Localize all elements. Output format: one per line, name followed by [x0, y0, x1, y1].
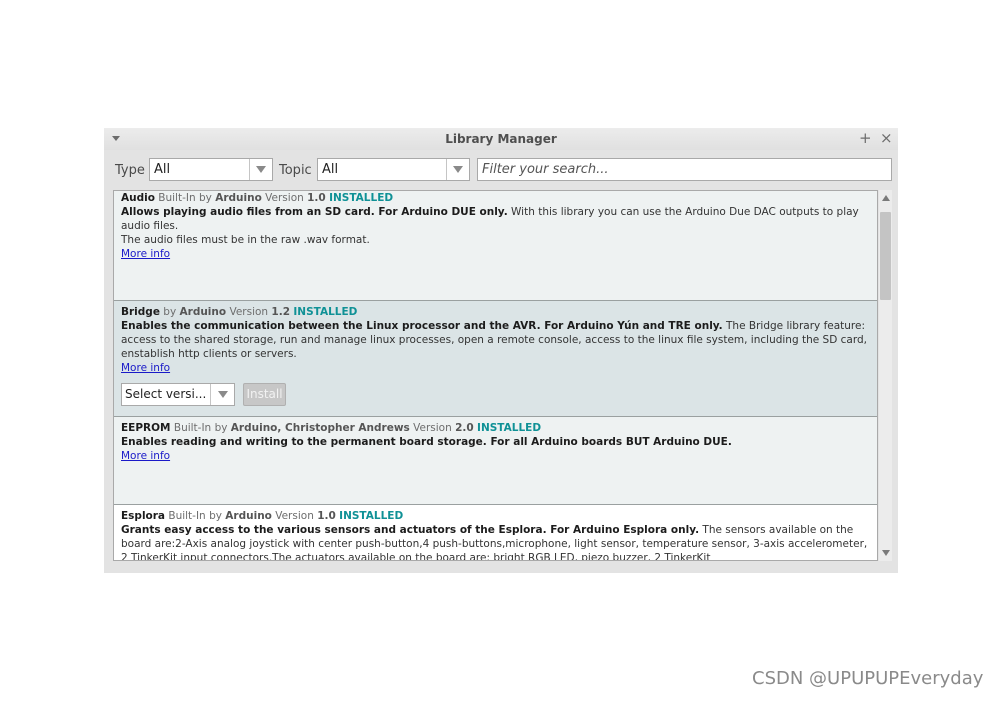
installed-badge: INSTALLED — [329, 192, 394, 204]
watermark: CSDN @UPUPUPEveryday — [752, 668, 984, 689]
installed-badge: INSTALLED — [477, 422, 542, 434]
library-header: Audio Built-In by Arduino Version 1.0 IN… — [121, 191, 870, 205]
version-label: Version — [265, 192, 304, 204]
list-item[interactable]: Esplora Built-In by Arduino Version 1.0 … — [114, 505, 877, 560]
install-button[interactable]: Install — [243, 383, 286, 406]
installed-badge: INSTALLED — [339, 510, 404, 522]
library-author: Arduino — [215, 192, 262, 204]
chevron-down-icon[interactable] — [249, 159, 272, 180]
library-name: EEPROM — [121, 422, 171, 434]
version-select[interactable]: Select versi... — [121, 383, 235, 406]
library-author: Arduino, Christopher Andrews — [230, 422, 410, 434]
type-select[interactable]: All — [149, 158, 273, 181]
library-version: 1.0 — [307, 192, 326, 204]
close-icon[interactable]: × — [880, 130, 893, 146]
builtin-label: Built-In — [168, 510, 206, 522]
library-description: Enables reading and writing to the perma… — [121, 435, 870, 449]
more-info-link[interactable]: More info — [121, 450, 170, 462]
library-details-line2: The audio files must be in the raw .wav … — [121, 234, 370, 246]
by-label: by — [209, 510, 222, 522]
by-label: by — [198, 192, 212, 204]
list-item[interactable]: Bridge by Arduino Version 1.2 INSTALLED … — [114, 301, 877, 417]
builtin-label: Built-In — [158, 192, 196, 204]
library-description: Grants easy access to the various sensor… — [121, 523, 870, 560]
library-version: 2.0 — [455, 422, 474, 434]
library-name: Esplora — [121, 510, 166, 522]
by-label: by — [163, 306, 177, 318]
library-header: Bridge by Arduino Version 1.2 INSTALLED — [121, 305, 870, 319]
window-title: Library Manager — [445, 132, 557, 146]
scroll-down-icon[interactable] — [882, 550, 890, 556]
chevron-down-icon[interactable] — [446, 159, 469, 180]
library-summary: Enables the communication between the Li… — [121, 320, 723, 332]
topic-select[interactable]: All — [317, 158, 470, 181]
library-author: Arduino — [179, 306, 227, 318]
search-input[interactable] — [477, 158, 892, 181]
install-controls: Select versi... Install — [121, 383, 870, 409]
version-select-value: Select versi... — [125, 387, 207, 401]
library-manager-window: Library Manager + × Type All Topic All A… — [104, 128, 898, 573]
more-info-link[interactable]: More info — [121, 248, 170, 260]
library-name: Bridge — [121, 306, 160, 318]
version-label: Version — [229, 306, 269, 318]
filter-bar: Type All Topic All — [104, 158, 898, 183]
builtin-label: Built-In — [173, 422, 212, 434]
library-version: 1.0 — [317, 510, 336, 522]
maximize-icon[interactable]: + — [859, 130, 872, 146]
vertical-scrollbar[interactable] — [879, 190, 892, 561]
library-description: Enables the communication between the Li… — [121, 319, 870, 361]
chevron-down-icon[interactable] — [210, 384, 234, 405]
library-summary: Allows playing audio files from an SD ca… — [121, 206, 508, 218]
library-name: Audio — [121, 192, 155, 204]
more-info-link[interactable]: More info — [121, 362, 170, 374]
scroll-up-icon[interactable] — [882, 195, 890, 201]
list-item[interactable]: EEPROM Built-In by Arduino, Christopher … — [114, 417, 877, 505]
library-header: EEPROM Built-In by Arduino, Christopher … — [121, 421, 870, 435]
by-label: by — [214, 422, 228, 434]
topic-select-value: All — [322, 162, 339, 177]
type-label: Type — [115, 163, 145, 178]
title-bar: Library Manager + × — [104, 128, 898, 150]
library-summary: Enables reading and writing to the perma… — [121, 436, 732, 448]
topic-label: Topic — [279, 163, 312, 178]
library-header: Esplora Built-In by Arduino Version 1.0 … — [121, 509, 870, 523]
library-version: 1.2 — [271, 306, 291, 318]
version-label: Version — [413, 422, 452, 434]
scrollbar-thumb[interactable] — [880, 212, 891, 300]
list-item[interactable]: Audio Built-In by Arduino Version 1.0 IN… — [114, 191, 877, 301]
library-summary: Grants easy access to the various sensor… — [121, 524, 700, 536]
library-list[interactable]: Audio Built-In by Arduino Version 1.0 IN… — [113, 190, 878, 561]
library-description: Allows playing audio files from an SD ca… — [121, 205, 870, 233]
type-select-value: All — [154, 162, 171, 177]
installed-badge: INSTALLED — [293, 306, 358, 318]
library-author: Arduino — [225, 510, 272, 522]
version-label: Version — [275, 510, 314, 522]
